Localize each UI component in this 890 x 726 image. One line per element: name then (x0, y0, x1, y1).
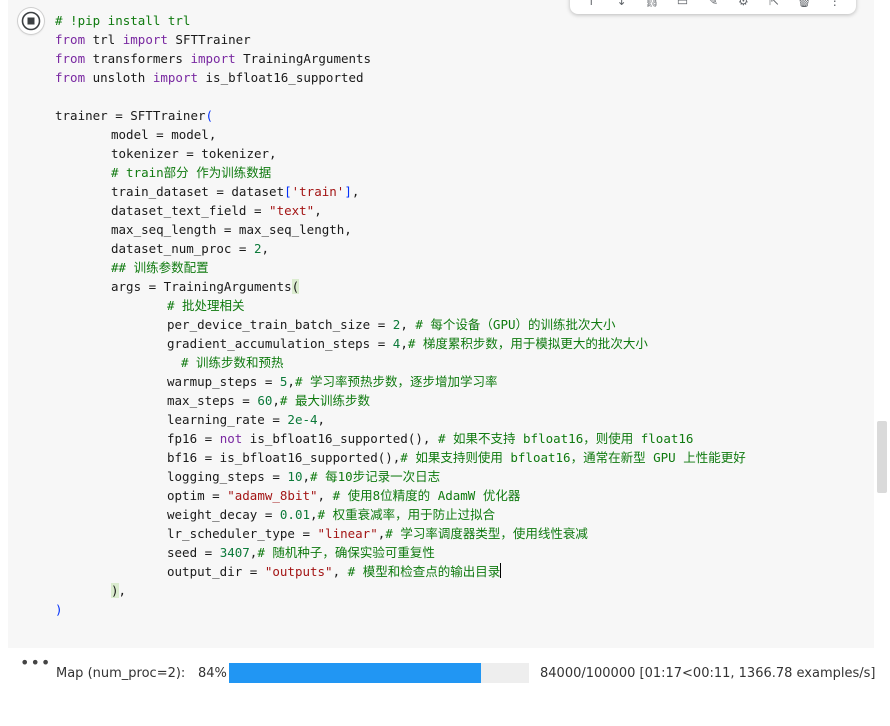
code-line: train_dataset = dataset['train'], (111, 184, 360, 199)
code-line: from trl import SFTTrainer (55, 32, 251, 47)
progress-bar (229, 663, 529, 683)
code-line: fp16 = not is_bfloat16_supported(), # 如果… (167, 431, 694, 446)
code-line: tokenizer = tokenizer, (111, 146, 277, 161)
more-icon[interactable]: ⋮ (827, 0, 843, 8)
code-editor[interactable]: # !pip install trl from trl import SFTTr… (49, 0, 874, 648)
code-line: from unsloth import is_bfloat16_supporte… (55, 70, 364, 85)
progress-stats: 84000/100000 [01:17<00:11, 1366.78 examp… (540, 666, 876, 681)
code-line: # train部分 作为训练数据 (111, 165, 272, 180)
code-line: model = model, (111, 127, 217, 142)
delete-icon[interactable]: 🗑 (796, 0, 812, 8)
arrow-up-icon[interactable]: ↑ (583, 0, 599, 8)
code-line: ), (111, 583, 127, 598)
code-line: seed = 3407,# 随机种子，确保实验可重复性 (167, 545, 435, 560)
output-menu-icon[interactable]: ••• (20, 655, 50, 674)
progress-percent: 84% (198, 666, 227, 681)
link-icon[interactable]: ⛓ (644, 0, 660, 8)
code-line: args = TrainingArguments( (111, 279, 300, 294)
comment-icon[interactable]: ▭ (675, 0, 691, 8)
progress-bar-fill (229, 663, 481, 683)
progress-label: Map (num_proc=2): (56, 666, 186, 681)
code-line: # 训练步数和预热 (181, 355, 284, 370)
code-line: # !pip install trl (55, 11, 190, 30)
code-line: from transformers import TrainingArgumen… (55, 51, 372, 66)
code-line: per_device_train_batch_size = 2, # 每个设备（… (167, 317, 616, 332)
code-line: lr_scheduler_type = "linear",# 学习率调度器类型，… (167, 526, 588, 541)
code-line: ) (55, 602, 63, 617)
scrollbar-thumb[interactable] (877, 421, 887, 493)
cell-gutter (8, 0, 49, 648)
code-line: dataset_text_field = "text", (111, 203, 322, 218)
gear-icon[interactable]: ⚙ (735, 0, 751, 8)
text-cursor (500, 563, 502, 578)
code-line: warmup_steps = 5,# 学习率预热步数，逐步增加学习率 (167, 374, 498, 389)
external-icon[interactable]: ⇱ (766, 0, 782, 8)
code-line: bf16 = is_bfloat16_supported(),# 如果支持则使用… (167, 450, 746, 465)
code-line: trainer = SFTTrainer( (55, 108, 214, 123)
code-line: learning_rate = 2e-4, (167, 412, 326, 427)
code-line: # 批处理相关 (167, 298, 245, 313)
code-line: logging_steps = 10,# 每10步记录一次日志 (167, 469, 441, 484)
code-line: ## 训练参数配置 (111, 260, 209, 275)
code-line: output_dir = "outputs", # 模型和检查点的输出目录 (167, 563, 502, 579)
edit-icon[interactable]: ✎ (705, 0, 721, 8)
arrow-down-icon[interactable]: ↓ (614, 0, 630, 8)
code-line: optim = "adamw_8bit", # 使用8位精度的 AdamW 优化… (167, 488, 521, 503)
code-line: max_seq_length = max_seq_length, (111, 222, 352, 237)
cell-toolbar: ↑ ↓ ⛓ ▭ ✎ ⚙ ⇱ 🗑 ⋮ (570, 0, 856, 14)
code-token: # !pip install trl (55, 13, 191, 28)
cell-output: ••• Map (num_proc=2): 84% 84000/100000 [… (0, 648, 890, 726)
stop-icon (21, 11, 41, 31)
code-line: max_steps = 60,# 最大训练步数 (167, 393, 370, 408)
code-line: gradient_accumulation_steps = 4,# 梯度累积步数… (167, 336, 648, 351)
run-cell-button[interactable] (18, 8, 44, 34)
code-line: weight_decay = 0.01,# 权重衰减率，用于防止过拟合 (167, 507, 496, 522)
code-line: dataset_num_proc = 2, (111, 241, 270, 256)
